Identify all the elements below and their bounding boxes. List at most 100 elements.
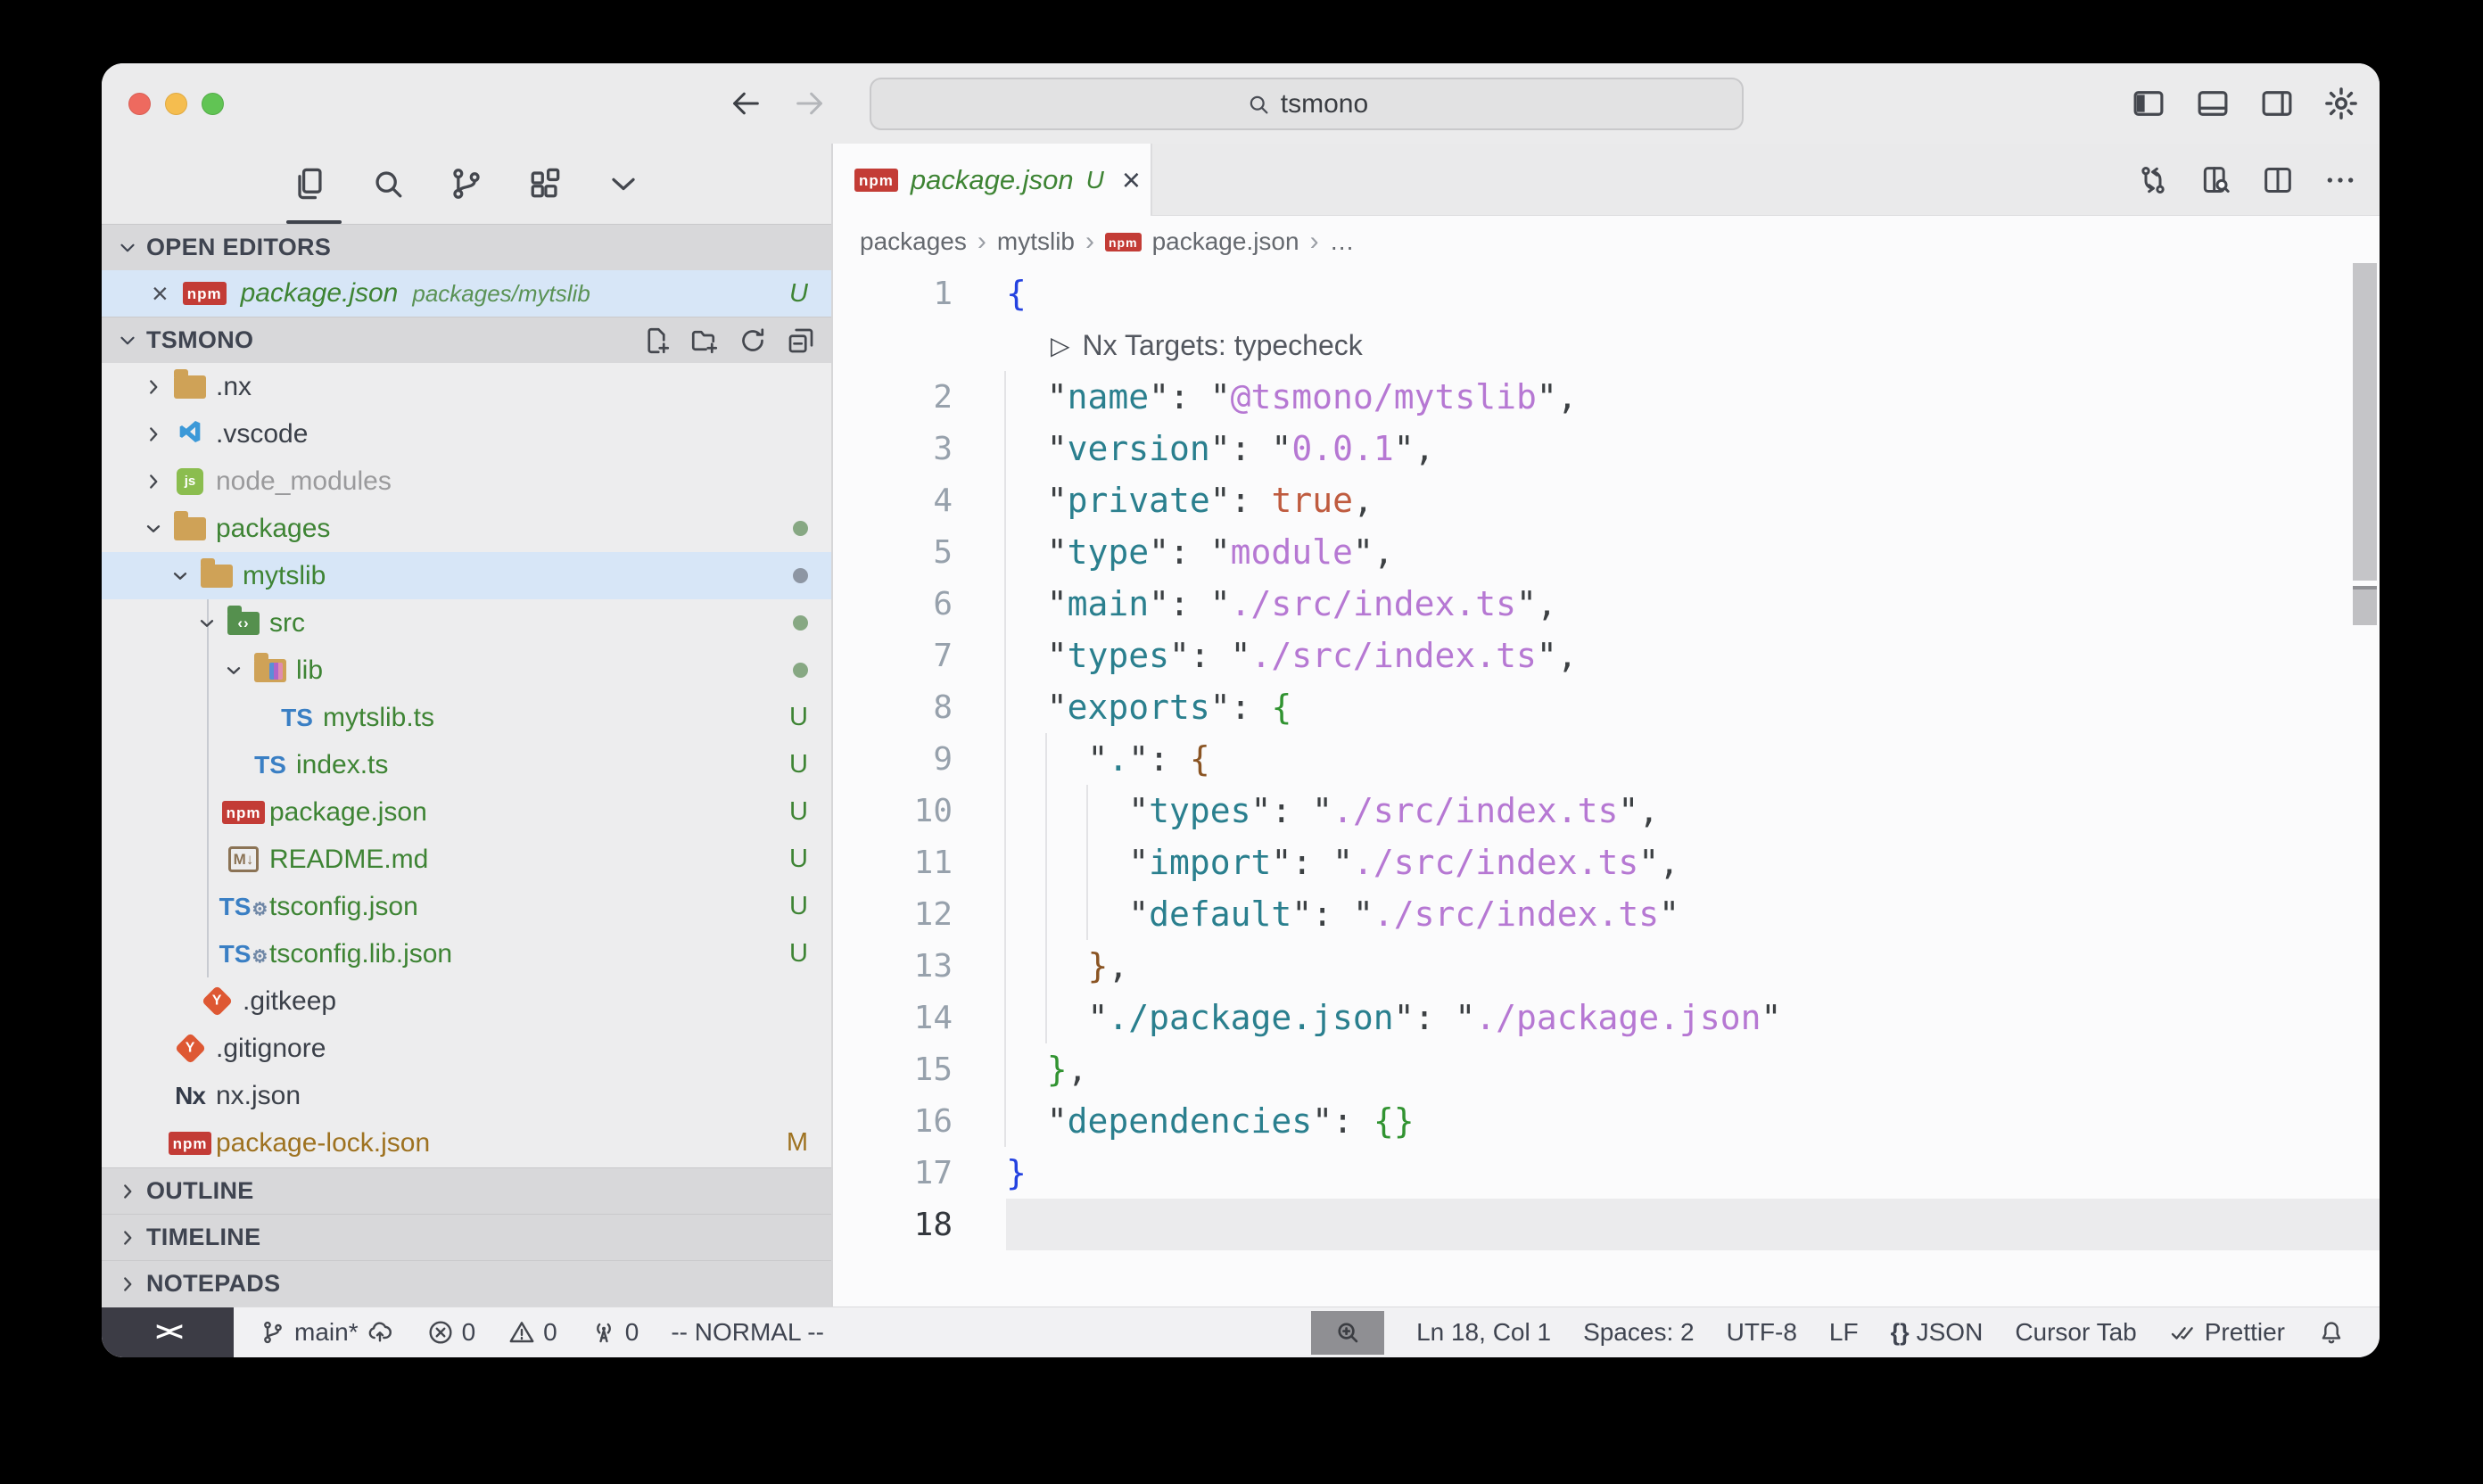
tree-item--gitignore[interactable]: Y.gitignore [102,1025,831,1072]
vim-mode-status[interactable]: -- NORMAL -- [671,1318,824,1347]
section-header-outline[interactable]: OUTLINE [102,1167,831,1214]
editor-scrollbar-decoration[interactable] [2353,586,2377,625]
language-status[interactable]: {}JSON [1891,1318,1984,1347]
command-center-search[interactable]: tsmono [870,78,1744,130]
tree-item-tsconfig-lib-json[interactable]: TStsconfig.lib.jsonU [102,930,831,977]
code-editor[interactable]: 1{▷Nx Targets: typecheck2 "name": "@tsmo… [833,268,2380,1307]
cursor-position-status[interactable]: Ln 18, Col 1 [1416,1318,1551,1347]
layout-sidebar-left-icon[interactable] [2130,85,2167,122]
tree-item-mytslib[interactable]: mytslib [102,552,831,599]
section-header-notepads[interactable]: NOTEPADS [102,1260,831,1307]
navigate-back-button[interactable] [726,84,765,123]
indentation-status[interactable]: Spaces: 2 [1583,1318,1695,1347]
chevron-down-icon[interactable] [164,565,196,588]
code-line-13[interactable]: 13 }, [833,940,2380,992]
formatter-status[interactable]: Prettier [2169,1318,2285,1347]
new-folder-icon[interactable] [689,325,721,357]
collapse-folders-icon[interactable] [785,325,817,357]
close-window-button[interactable] [128,93,151,115]
tree-item--nx[interactable]: .nx [102,363,831,410]
tree-item-node-modules[interactable]: jsnode_modules [102,458,831,505]
tree-item-nx-json[interactable]: Nxnx.json [102,1072,831,1119]
source-control-icon[interactable] [441,155,491,212]
more-actions-icon[interactable] [2322,162,2358,198]
refresh-explorer-icon[interactable] [737,325,769,357]
tree-item-mytslib-ts[interactable]: TSmytslib.tsU [102,694,831,741]
workspace-header[interactable]: TSMONO [102,317,831,363]
more-views-icon[interactable] [598,155,648,212]
chevron-down-icon[interactable] [218,659,250,682]
notifications-bell[interactable] [2317,1318,2346,1347]
code-line-17[interactable]: 17} [833,1147,2380,1199]
section-header-timeline[interactable]: TIMELINE [102,1214,831,1260]
explorer-icon[interactable] [285,155,334,212]
tree-item-lib[interactable]: lib [102,647,831,694]
navigate-forward-button[interactable] [790,84,829,123]
cursor-tab-status[interactable]: Cursor Tab [2015,1318,2136,1347]
breadcrumb-item[interactable]: packages [860,227,967,256]
tree-item--gitkeep[interactable]: Y.gitkeep [102,977,831,1025]
code-line-3[interactable]: 3 "version": "0.0.1", [833,423,2380,474]
minimize-window-button[interactable] [165,93,187,115]
code-line-6[interactable]: 6 "main": "./src/index.ts", [833,578,2380,630]
tree-item-package-json[interactable]: npmpackage.jsonU [102,788,831,836]
layout-panel-icon[interactable] [2194,85,2231,122]
tree-item-package-lock-json[interactable]: npmpackage-lock.jsonM [102,1119,831,1167]
tree-item-packages[interactable]: packages [102,505,831,552]
warnings-status[interactable]: 0 [507,1318,557,1347]
code-line-16[interactable]: 16 "dependencies": {} [833,1095,2380,1147]
eol-status[interactable]: LF [1829,1318,1859,1347]
close-tab-icon[interactable]: × [1122,164,1141,196]
code-line-10[interactable]: 10 "types": "./src/index.ts", [833,785,2380,837]
code-line-8[interactable]: 8 "exports": { [833,681,2380,733]
code-line-4[interactable]: 4 "private": true, [833,474,2380,526]
remote-indicator[interactable]: >< [102,1307,234,1358]
extensions-icon[interactable] [520,155,570,212]
settings-gear-icon[interactable] [2322,85,2360,122]
encoding-status[interactable]: UTF-8 [1727,1318,1797,1347]
tree-item-index-ts[interactable]: TSindex.tsU [102,741,831,788]
git-file-icon: Y [201,985,232,1017]
chevron-right-icon[interactable] [137,423,169,446]
chevron-right-icon[interactable] [137,470,169,493]
code-line-12[interactable]: 12 "default": "./src/index.ts" [833,888,2380,940]
code-line-5[interactable]: 5 "type": "module", [833,526,2380,578]
code-line-11[interactable]: 11 "import": "./src/index.ts", [833,837,2380,888]
tab-package-json[interactable]: npm package.json U × [833,144,1152,216]
tree-item-tsconfig-json[interactable]: TStsconfig.jsonU [102,883,831,930]
code-line-15[interactable]: 15 }, [833,1043,2380,1095]
search-editor-icon[interactable] [2198,162,2233,198]
split-editor-icon[interactable] [2260,162,2296,198]
chevron-right-icon[interactable] [137,375,169,399]
codelens-nx-targets[interactable]: ▷Nx Targets: typecheck [833,319,2380,371]
git-branch-status[interactable]: main* [259,1318,394,1347]
code-line-1[interactable]: 1{ [833,268,2380,319]
app-window: tsmono OPEN EDITORS × npm package.json p… [102,63,2380,1357]
code-line-7[interactable]: 7 "types": "./src/index.ts", [833,630,2380,681]
search-icon[interactable] [363,155,413,212]
code-line-9[interactable]: 9 ".": { [833,733,2380,785]
breadcrumb-item[interactable]: … [1330,227,1355,256]
editor-scrollbar[interactable] [2353,263,2377,581]
new-file-icon[interactable] [640,325,672,357]
breadcrumb-item[interactable]: mytslib [997,227,1075,256]
compare-changes-icon[interactable] [2135,162,2171,198]
open-editors-header[interactable]: OPEN EDITORS [102,224,831,270]
zoom-window-button[interactable] [202,93,224,115]
layout-sidebar-right-icon[interactable] [2258,85,2296,122]
chevron-down-icon[interactable] [137,517,169,540]
tree-item-src[interactable]: src [102,599,831,647]
tree-item--vscode[interactable]: .vscode [102,410,831,458]
ports-status[interactable]: 0 [590,1318,639,1347]
open-editor-item[interactable]: × npm package.json packages/mytslib U [102,270,831,317]
code-line-14[interactable]: 14 "./package.json": "./package.json" [833,992,2380,1043]
activity-strip [102,144,831,224]
close-editor-icon[interactable]: × [152,279,169,308]
code-line-18[interactable]: 18 [833,1199,2380,1250]
breadcrumb-item[interactable]: package.json [1152,227,1299,256]
code-line-2[interactable]: 2 "name": "@tsmono/mytslib", [833,371,2380,423]
tree-item-readme-md[interactable]: M↓README.mdU [102,836,831,883]
zoom-indicator[interactable] [1311,1311,1384,1355]
errors-status[interactable]: 0 [426,1318,476,1347]
chevron-down-icon[interactable] [191,612,223,635]
